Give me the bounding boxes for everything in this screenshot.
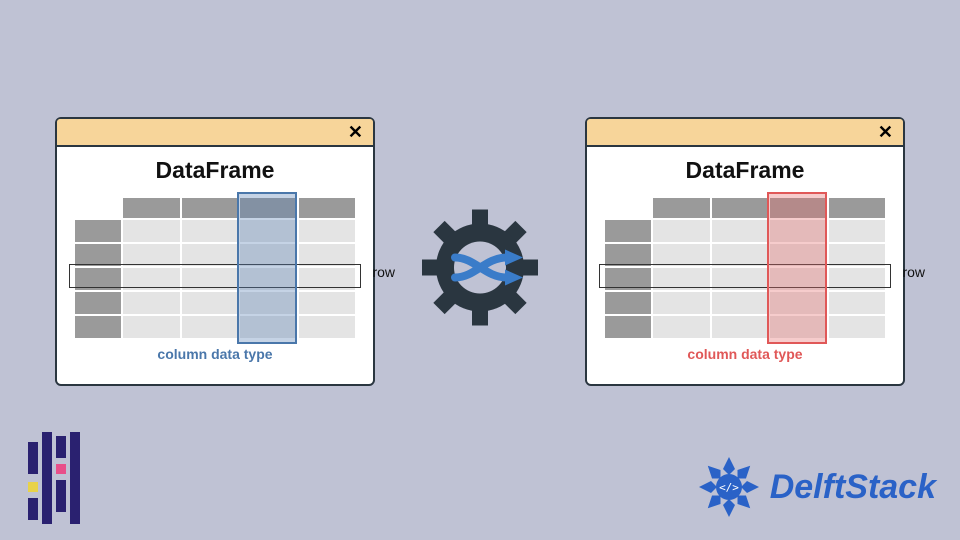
window-titlebar: ✕ bbox=[57, 119, 373, 147]
dataframe-panel-left: ✕ DataFrame row column data type bbox=[55, 117, 375, 386]
panel-title: DataFrame bbox=[75, 157, 355, 184]
transform-gear-icon bbox=[415, 203, 545, 338]
dataframe-panel-right: ✕ DataFrame row column data type bbox=[585, 117, 905, 386]
close-icon: ✕ bbox=[348, 122, 363, 143]
window-titlebar: ✕ bbox=[587, 119, 903, 147]
close-icon: ✕ bbox=[878, 122, 893, 143]
delftstack-badge-icon: </> bbox=[698, 456, 760, 518]
delftstack-logo-text: DelftStack bbox=[770, 468, 936, 507]
row-label: row bbox=[372, 264, 395, 280]
panel-body: DataFrame row column data type bbox=[587, 147, 903, 384]
dataframe-grid bbox=[605, 198, 885, 338]
dataframe-grid-wrap: row bbox=[75, 198, 355, 338]
row-label: row bbox=[902, 264, 925, 280]
panel-title: DataFrame bbox=[605, 157, 885, 184]
column-label: column data type bbox=[75, 346, 355, 362]
panel-body: DataFrame row column data type bbox=[57, 147, 373, 384]
dataframe-grid-wrap: row bbox=[605, 198, 885, 338]
pandas-logo-icon bbox=[24, 432, 84, 524]
dataframe-grid bbox=[75, 198, 355, 338]
delftstack-logo: </> DelftStack bbox=[698, 456, 936, 518]
column-label: column data type bbox=[605, 346, 885, 362]
svg-text:</>: </> bbox=[719, 481, 739, 494]
